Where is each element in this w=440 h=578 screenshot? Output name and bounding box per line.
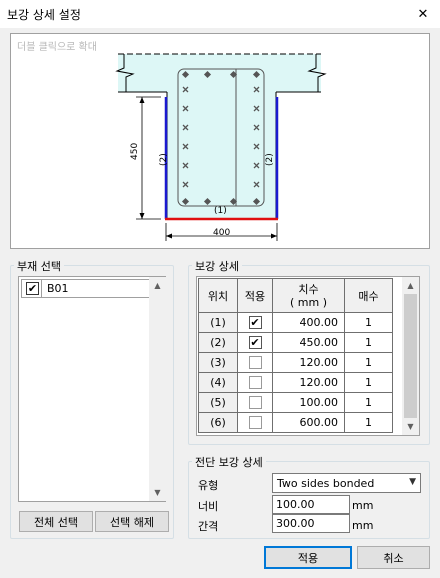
row-position: (2) <box>198 332 238 353</box>
member-checkbox[interactable]: ✔ <box>26 282 39 295</box>
width-label: 너비 <box>198 500 219 513</box>
select-all-button[interactable]: 전체 선택 <box>19 511 93 532</box>
col-header-size: 치수 ( mm ) <box>272 278 345 313</box>
col-header-position: 위치 <box>198 278 238 313</box>
spacing-unit: mm <box>352 519 374 532</box>
scroll-down-icon[interactable]: ▼ <box>402 418 419 435</box>
row-position: (5) <box>198 392 238 413</box>
member-list[interactable]: ✔ B01 ▲ ▼ <box>18 276 166 502</box>
chevron-down-icon: ▼ <box>409 477 416 487</box>
apply-checkbox[interactable] <box>248 416 262 430</box>
scroll-up-icon[interactable]: ▲ <box>402 277 419 294</box>
reinforce-label: 보강 상세 <box>192 258 242 274</box>
table-row[interactable]: (6) 600.00 1 <box>198 412 393 433</box>
type-value: Two sides bonded <box>277 476 375 490</box>
close-icon: ✕ <box>417 6 429 22</box>
list-item[interactable]: ✔ B01 <box>21 279 150 298</box>
type-label: 유형 <box>198 479 219 492</box>
row-position: (6) <box>198 412 238 433</box>
apply-checkbox[interactable] <box>248 376 262 390</box>
row-position: (3) <box>198 352 238 373</box>
count-cell[interactable]: 1 <box>344 372 393 393</box>
size-cell[interactable]: 120.00 <box>272 372 345 393</box>
apply-checkbox[interactable] <box>248 396 262 410</box>
reinforce-grid: 위치 적용 치수 ( mm ) 매수 (1) ✔ 400.00 1 (2) ✔ … <box>198 278 393 433</box>
col-header-apply: 적용 <box>237 278 273 313</box>
count-cell[interactable]: 1 <box>344 392 393 413</box>
member-select-label: 부재 선택 <box>14 258 64 274</box>
plate-bottom-label: (1) <box>214 206 227 216</box>
reinforce-scrollbar[interactable]: ▲ ▼ <box>402 277 419 435</box>
section-preview[interactable]: 더블 클릭으로 확대 450 (2) (2) (1) 400 <box>10 33 430 249</box>
type-select[interactable]: Two sides bonded ▼ <box>272 473 421 493</box>
scroll-up-icon[interactable]: ▲ <box>149 277 166 294</box>
count-cell[interactable]: 1 <box>344 312 393 333</box>
size-cell[interactable]: 400.00 <box>272 312 345 333</box>
size-cell[interactable]: 450.00 <box>272 332 345 353</box>
col-header-count: 매수 <box>344 278 393 313</box>
spacing-label: 간격 <box>198 520 219 533</box>
row-position: (4) <box>198 372 238 393</box>
apply-checkbox[interactable]: ✔ <box>248 336 262 350</box>
table-row[interactable]: (3) 120.00 1 <box>198 352 393 373</box>
dim-width-label: 400 <box>213 228 231 238</box>
dim-height-label: 450 <box>130 142 140 160</box>
size-cell[interactable]: 120.00 <box>272 352 345 373</box>
apply-cell[interactable] <box>237 412 273 433</box>
spacing-input[interactable]: 300.00 <box>272 514 350 533</box>
width-input[interactable]: 100.00 <box>272 495 350 514</box>
apply-cell[interactable] <box>237 392 273 413</box>
apply-cell[interactable]: ✔ <box>237 312 273 333</box>
title-bar: 보강 상세 설정 ✕ <box>0 0 440 28</box>
reinforce-table[interactable]: 위치 적용 치수 ( mm ) 매수 (1) ✔ 400.00 1 (2) ✔ … <box>196 276 420 436</box>
window-title: 보강 상세 설정 <box>7 8 81 22</box>
member-name: B01 <box>47 282 69 295</box>
apply-cell[interactable]: ✔ <box>237 332 273 353</box>
apply-button[interactable]: 적용 <box>264 546 352 569</box>
plate-right-label: (2) <box>265 153 275 166</box>
apply-cell[interactable] <box>237 372 273 393</box>
size-cell[interactable]: 600.00 <box>272 412 345 433</box>
scroll-down-icon[interactable]: ▼ <box>149 484 166 501</box>
count-cell[interactable]: 1 <box>344 412 393 433</box>
apply-cell[interactable] <box>237 352 273 373</box>
table-row[interactable]: (1) ✔ 400.00 1 <box>198 312 393 333</box>
deselect-button[interactable]: 선택 해제 <box>95 511 169 532</box>
count-cell[interactable]: 1 <box>344 332 393 353</box>
table-row[interactable]: (4) 120.00 1 <box>198 372 393 393</box>
size-cell[interactable]: 100.00 <box>272 392 345 413</box>
shear-label: 전단 보강 상세 <box>192 454 266 470</box>
row-position: (1) <box>198 312 238 333</box>
table-row[interactable]: (2) ✔ 450.00 1 <box>198 332 393 353</box>
cancel-button[interactable]: 취소 <box>357 546 430 569</box>
count-cell[interactable]: 1 <box>344 352 393 373</box>
width-unit: mm <box>352 499 374 512</box>
scroll-thumb[interactable] <box>404 294 417 418</box>
plate-left-label: (2) <box>159 153 169 166</box>
close-button[interactable]: ✕ <box>411 3 435 25</box>
table-row[interactable]: (5) 100.00 1 <box>198 392 393 413</box>
apply-checkbox[interactable]: ✔ <box>248 316 262 330</box>
section-drawing <box>115 53 327 241</box>
member-list-scrollbar[interactable]: ▲ ▼ <box>149 277 166 501</box>
apply-checkbox[interactable] <box>248 356 262 370</box>
